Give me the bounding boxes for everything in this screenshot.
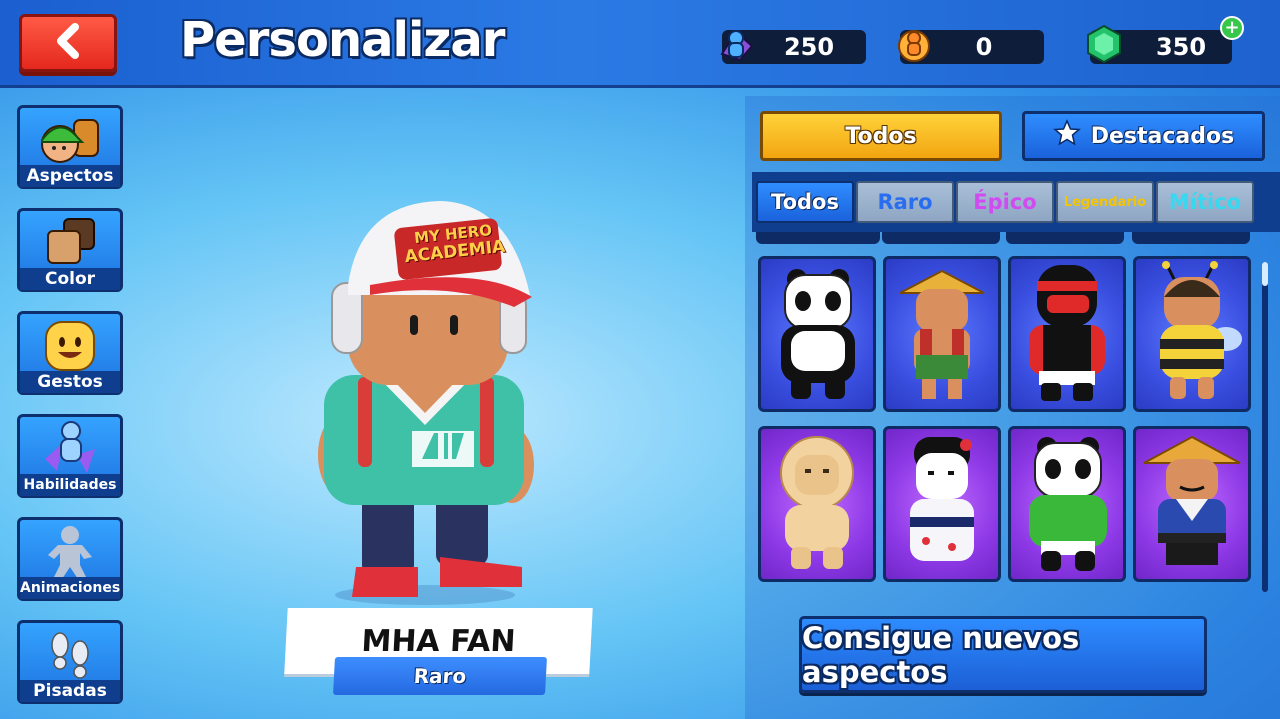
panda-icon	[781, 269, 855, 399]
skin-card-samurai[interactable]	[1133, 426, 1251, 582]
ua-logo-icon	[412, 427, 474, 463]
orange-figure-icon	[892, 22, 936, 66]
footprints-icon	[20, 627, 120, 683]
sidebar-item-aspectos[interactable]: Aspectos	[17, 105, 123, 189]
skin-card-geisha[interactable]	[883, 426, 1001, 582]
bee-icon	[1160, 261, 1242, 399]
filter-legendario[interactable]: Legendario	[1056, 181, 1154, 223]
skin-card-panda[interactable]	[758, 256, 876, 412]
sidebar-item-gestos[interactable]: Gestos	[17, 311, 123, 395]
skins-grid	[752, 232, 1280, 592]
smiley-face-icon	[20, 318, 120, 374]
blue-figure-icon	[714, 22, 758, 66]
filter-raro[interactable]: Raro	[856, 181, 954, 223]
lion-icon	[780, 436, 854, 569]
character-head-icon	[20, 112, 120, 168]
sidebar-item-animaciones[interactable]: Animaciones	[17, 517, 123, 601]
pose-figure-icon	[20, 524, 120, 580]
back-button[interactable]	[19, 14, 117, 72]
filter-epico[interactable]: Épico	[956, 181, 1054, 223]
add-gems-button[interactable]: +	[1220, 16, 1244, 40]
page-title: Personalizar	[180, 12, 505, 68]
gem-icon	[1082, 22, 1126, 66]
gold-tokens-counter: 0	[898, 28, 1044, 66]
tab-destacados[interactable]: Destacados	[1022, 111, 1265, 161]
filter-mitico[interactable]: Mítico	[1156, 181, 1254, 223]
sidebar-item-label: Animaciones	[20, 577, 120, 599]
skins-scrollbar[interactable]	[1262, 262, 1268, 592]
tab-todos[interactable]: Todos	[760, 111, 1002, 161]
racer-icon	[1029, 265, 1105, 401]
stumble-tokens-counter: 250	[720, 28, 866, 66]
ability-figure-icon	[20, 421, 120, 477]
star-icon	[1052, 119, 1081, 153]
straw-hat-farmer-icon	[899, 269, 985, 399]
skin-card-lion[interactable]	[758, 426, 876, 582]
skin-card-bee[interactable]	[1133, 256, 1251, 412]
sidebar-item-pisadas[interactable]: Pisadas	[17, 620, 123, 704]
geisha-icon	[910, 437, 974, 561]
sidebar-item-label: Gestos	[20, 371, 120, 393]
skin-rarity-badge: Raro	[333, 657, 547, 695]
color-swatch-icon	[20, 215, 120, 271]
sidebar-item-label: Habilidades	[20, 474, 120, 496]
skin-card-racer[interactable]	[1008, 256, 1126, 412]
sidebar-item-color[interactable]: Color	[17, 208, 123, 292]
sidebar-item-label: Aspectos	[20, 165, 120, 187]
filter-todos[interactable]: Todos	[756, 181, 854, 223]
samurai-icon	[1143, 435, 1241, 565]
sidebar-item-label: Pisadas	[20, 680, 120, 702]
chevron-left-icon	[53, 23, 83, 63]
tab-destacados-label: Destacados	[1090, 123, 1235, 149]
get-new-skins-button[interactable]: Consigue nuevos aspectos	[799, 616, 1207, 693]
sidebar-item-label: Color	[20, 268, 120, 290]
skins-scrollbar-thumb[interactable]	[1262, 262, 1268, 286]
skin-card-straw-hat-farmer[interactable]	[883, 256, 1001, 412]
panda-hoodie-icon	[1029, 437, 1107, 571]
skin-card-panda-hoodie[interactable]	[1008, 426, 1126, 582]
sidebar-item-habilidades[interactable]: Habilidades	[17, 414, 123, 498]
character-preview[interactable]: MY HERO ACADEMIA	[300, 195, 550, 609]
gems-counter: 350	[1087, 24, 1232, 66]
